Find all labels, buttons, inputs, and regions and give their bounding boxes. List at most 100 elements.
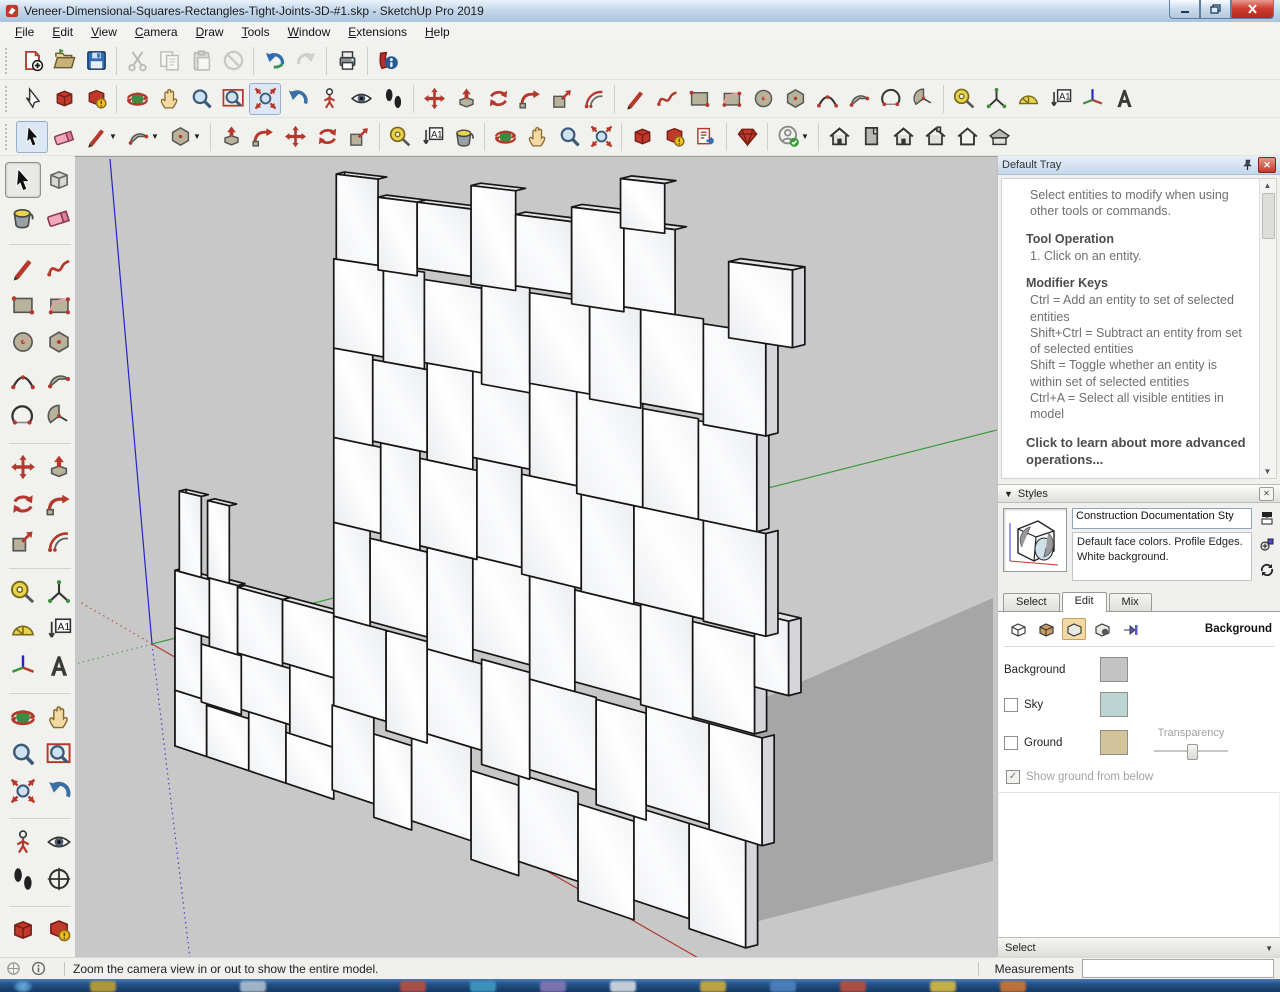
zoom-window-tool-button[interactable] xyxy=(217,83,249,115)
open-document-button[interactable] xyxy=(48,45,80,77)
make-component-button[interactable] xyxy=(48,83,80,115)
save-document-button[interactable] xyxy=(80,45,112,77)
veneer-block[interactable] xyxy=(335,173,379,267)
sky-color-swatch[interactable] xyxy=(1100,692,1128,717)
undo-button[interactable] xyxy=(258,45,290,77)
select-panel-header[interactable]: Select ▼ xyxy=(998,937,1280,958)
menu-window[interactable]: Window xyxy=(279,23,340,41)
line-tool-button[interactable]: ▼ xyxy=(80,121,122,153)
walk-tool-button[interactable] xyxy=(377,83,409,115)
move-tool-button[interactable] xyxy=(279,121,311,153)
circle-tool-button[interactable] xyxy=(5,324,41,360)
print-button[interactable] xyxy=(331,45,363,77)
dimension-tool-button[interactable] xyxy=(980,83,1012,115)
dropdown-arrow-icon[interactable]: ▼ xyxy=(193,132,201,141)
veneer-block[interactable] xyxy=(385,629,429,744)
pick-tool-button[interactable] xyxy=(16,83,48,115)
menu-help[interactable]: Help xyxy=(416,23,459,41)
dropdown-arrow-icon[interactable]: ▼ xyxy=(801,132,809,141)
veneer-block[interactable] xyxy=(382,265,426,370)
dimension-tool-button[interactable] xyxy=(41,574,77,610)
extension-warehouse-button[interactable] xyxy=(731,121,763,153)
veneer-block[interactable] xyxy=(520,473,583,590)
veneer-block[interactable] xyxy=(595,698,647,821)
veneer-block[interactable] xyxy=(289,664,335,749)
orbit-tool-button[interactable] xyxy=(121,83,153,115)
geolocation-icon[interactable] xyxy=(6,961,21,976)
follow-me-tool-button[interactable] xyxy=(41,486,77,522)
taskbar-app[interactable] xyxy=(770,981,796,992)
menu-extensions[interactable]: Extensions xyxy=(339,23,416,41)
scrollbar-thumb[interactable] xyxy=(1262,193,1275,239)
zoom-extents-tool-button[interactable] xyxy=(5,773,41,809)
face-settings-icon[interactable] xyxy=(1034,618,1058,640)
rotated-rectangle-tool-button[interactable] xyxy=(715,83,747,115)
veneer-block[interactable] xyxy=(577,802,635,921)
veneer-block[interactable] xyxy=(470,769,520,877)
three-point-arc-tool-button[interactable] xyxy=(875,83,907,115)
veneer-block[interactable] xyxy=(570,206,625,313)
credits-info-icon[interactable] xyxy=(31,961,46,976)
secondary-pane-icon[interactable] xyxy=(1259,510,1275,529)
veneer-block[interactable] xyxy=(371,358,429,454)
paste-button[interactable] xyxy=(185,45,217,77)
taskbar-app[interactable] xyxy=(1000,981,1026,992)
taskbar-app[interactable] xyxy=(240,981,266,992)
veneer-block[interactable] xyxy=(423,278,483,374)
show-ground-checkbox[interactable]: ✓ xyxy=(1006,770,1020,784)
taskbar-app[interactable] xyxy=(540,981,566,992)
taskbar-app[interactable] xyxy=(470,981,496,992)
veneer-block[interactable] xyxy=(174,626,203,700)
section-plane-tool-button[interactable] xyxy=(41,861,77,897)
arc-tool-button[interactable] xyxy=(5,361,41,397)
push-pull-tool-button[interactable] xyxy=(450,83,482,115)
veneer-block[interactable] xyxy=(470,184,517,292)
menu-draw[interactable]: Draw xyxy=(187,23,233,41)
slider-knob[interactable] xyxy=(1187,744,1198,760)
veneer-block[interactable] xyxy=(619,177,666,235)
background-settings-icon[interactable] xyxy=(1062,618,1086,640)
paint-bucket-tool-button[interactable] xyxy=(5,199,41,235)
tape-measure-tool-button[interactable] xyxy=(5,574,41,610)
text-tool-button[interactable]: A1 xyxy=(1044,83,1076,115)
close-button[interactable] xyxy=(1231,0,1274,19)
zoom-tool-button[interactable] xyxy=(5,736,41,772)
scale-tool-button[interactable] xyxy=(5,523,41,559)
veneer-block[interactable] xyxy=(419,457,478,561)
veneer-block[interactable] xyxy=(332,257,385,358)
menu-edit[interactable]: Edit xyxy=(43,23,82,41)
zoom-tool-button[interactable] xyxy=(553,121,585,153)
update-style-icon[interactable] xyxy=(1259,562,1275,581)
veneer-block[interactable] xyxy=(332,436,382,535)
zoom-tool-button[interactable] xyxy=(185,83,217,115)
modeling-settings-icon[interactable] xyxy=(1118,618,1142,640)
copy-button[interactable] xyxy=(153,45,185,77)
share-component-button[interactable] xyxy=(690,121,722,153)
styles-close-icon[interactable]: ✕ xyxy=(1259,486,1274,501)
scroll-down-icon[interactable]: ▼ xyxy=(1262,466,1273,477)
veneer-block[interactable] xyxy=(379,441,421,552)
veneer-block[interactable] xyxy=(580,493,635,606)
veneer-block[interactable] xyxy=(480,279,531,394)
veneer-block[interactable] xyxy=(688,822,747,949)
menu-view[interactable]: View xyxy=(82,23,126,41)
veneer-block[interactable] xyxy=(426,546,474,663)
text-tool-button[interactable]: A1 xyxy=(416,121,448,153)
position-camera-tool-button[interactable] xyxy=(313,83,345,115)
share-model-button[interactable] xyxy=(658,121,690,153)
polygon-tool-button[interactable] xyxy=(779,83,811,115)
scroll-up-icon[interactable]: ▲ xyxy=(1262,180,1273,191)
veneer-block[interactable] xyxy=(697,419,758,533)
veneer-block[interactable] xyxy=(623,222,676,316)
shared-component-button[interactable] xyxy=(80,83,112,115)
account-button[interactable]: ▼ xyxy=(772,121,814,153)
veneer-block[interactable] xyxy=(633,504,705,620)
tab-edit[interactable]: Edit xyxy=(1061,592,1107,612)
previous-view-button[interactable] xyxy=(41,773,77,809)
sky-checkbox[interactable] xyxy=(1004,697,1018,712)
transparency-slider[interactable] xyxy=(1154,744,1228,760)
veneer-block[interactable] xyxy=(514,213,573,295)
push-pull-tool-button[interactable] xyxy=(215,121,247,153)
create-style-icon[interactable] xyxy=(1259,536,1275,555)
erase-command-button[interactable] xyxy=(217,45,249,77)
